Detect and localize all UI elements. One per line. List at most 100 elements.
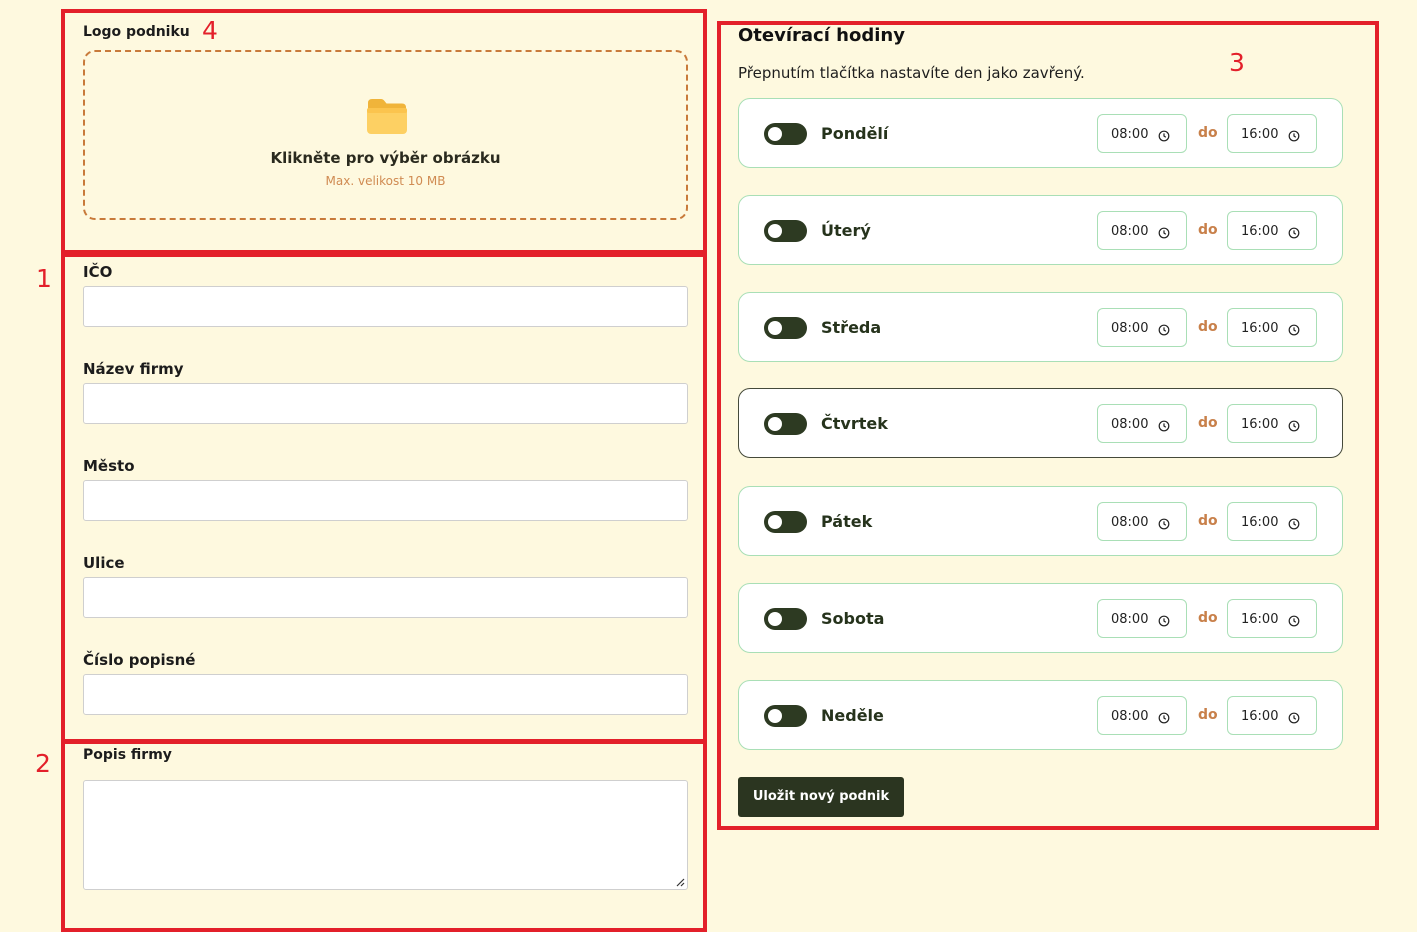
save-button[interactable]: Uložit nový podnik [738, 777, 904, 817]
clock-icon[interactable] [1158, 321, 1170, 340]
day-toggle[interactable] [764, 608, 807, 630]
day-toggle[interactable] [764, 511, 807, 533]
day-row: Pátek 08:00 do 16:00 [738, 486, 1343, 556]
toggle-knob [768, 417, 782, 431]
day-name: Středa [821, 318, 882, 337]
time-to-value: 16:00 [1241, 612, 1279, 627]
clock-icon[interactable] [1288, 612, 1300, 631]
day-row: Neděle 08:00 do 16:00 [738, 680, 1343, 750]
time-from-input[interactable]: 08:00 [1097, 404, 1187, 443]
day-toggle[interactable] [764, 705, 807, 727]
clock-icon[interactable] [1288, 127, 1300, 146]
time-from-input[interactable]: 08:00 [1097, 114, 1187, 153]
day-toggle[interactable] [764, 317, 807, 339]
dropzone-hint: Max. velikost 10 MB [325, 174, 446, 188]
clock-icon[interactable] [1158, 709, 1170, 728]
day-name: Úterý [821, 221, 871, 240]
time-to-input[interactable]: 16:00 [1227, 502, 1317, 541]
time-separator: do [1198, 610, 1218, 626]
clock-icon[interactable] [1288, 515, 1300, 534]
time-from-value: 08:00 [1111, 612, 1149, 627]
street-label: Ulice [83, 554, 125, 572]
time-from-input[interactable]: 08:00 [1097, 502, 1187, 541]
ico-input[interactable] [83, 286, 688, 327]
resize-handle-icon[interactable] [675, 877, 685, 887]
annotation-number-2: 2 [35, 749, 51, 778]
toggle-knob [768, 515, 782, 529]
clock-icon[interactable] [1158, 417, 1170, 436]
house-number-label: Číslo popisné [83, 651, 196, 669]
day-name: Pondělí [821, 124, 889, 143]
time-to-value: 16:00 [1241, 224, 1279, 239]
time-to-input[interactable]: 16:00 [1227, 599, 1317, 638]
logo-dropzone[interactable]: Klikněte pro výběr obrázku Max. velikost… [83, 50, 688, 220]
day-row: Úterý 08:00 do 16:00 [738, 195, 1343, 265]
time-separator: do [1198, 513, 1218, 529]
company-name-input[interactable] [83, 383, 688, 424]
time-separator: do [1198, 125, 1218, 141]
toggle-knob [768, 612, 782, 626]
time-to-input[interactable]: 16:00 [1227, 308, 1317, 347]
toggle-knob [768, 127, 782, 141]
day-toggle[interactable] [764, 220, 807, 242]
time-to-input[interactable]: 16:00 [1227, 696, 1317, 735]
time-separator: do [1198, 415, 1218, 431]
annotation-number-1: 1 [36, 264, 52, 293]
house-number-input[interactable] [83, 674, 688, 715]
clock-icon[interactable] [1288, 321, 1300, 340]
time-to-value: 16:00 [1241, 321, 1279, 336]
time-from-value: 08:00 [1111, 417, 1149, 432]
time-from-value: 08:00 [1111, 515, 1149, 530]
clock-icon[interactable] [1288, 709, 1300, 728]
clock-icon[interactable] [1158, 224, 1170, 243]
logo-label: Logo podniku [83, 24, 190, 40]
annotation-number-4: 4 [202, 16, 218, 45]
time-to-value: 16:00 [1241, 417, 1279, 432]
description-textarea[interactable] [83, 780, 688, 890]
clock-icon[interactable] [1158, 127, 1170, 146]
day-row: Čtvrtek 08:00 do 16:00 [738, 388, 1343, 458]
street-input[interactable] [83, 577, 688, 618]
annotation-number-3: 3 [1229, 48, 1245, 77]
time-from-input[interactable]: 08:00 [1097, 308, 1187, 347]
time-to-input[interactable]: 16:00 [1227, 211, 1317, 250]
time-to-value: 16:00 [1241, 127, 1279, 142]
clock-icon[interactable] [1288, 417, 1300, 436]
time-separator: do [1198, 319, 1218, 335]
day-row: Pondělí 08:00 do 16:00 [738, 98, 1343, 168]
time-from-value: 08:00 [1111, 127, 1149, 142]
day-row: Sobota 08:00 do 16:00 [738, 583, 1343, 653]
day-name: Pátek [821, 512, 873, 531]
time-from-value: 08:00 [1111, 224, 1149, 239]
time-from-value: 08:00 [1111, 321, 1149, 336]
day-name: Čtvrtek [821, 414, 888, 433]
time-separator: do [1198, 707, 1218, 723]
dropzone-title: Klikněte pro výběr obrázku [270, 149, 501, 167]
folder-icon [367, 99, 407, 134]
time-from-input[interactable]: 08:00 [1097, 211, 1187, 250]
toggle-knob [768, 224, 782, 238]
clock-icon[interactable] [1288, 224, 1300, 243]
clock-icon[interactable] [1158, 612, 1170, 631]
city-input[interactable] [83, 480, 688, 521]
time-to-value: 16:00 [1241, 709, 1279, 724]
time-to-input[interactable]: 16:00 [1227, 114, 1317, 153]
day-row: Středa 08:00 do 16:00 [738, 292, 1343, 362]
time-from-input[interactable]: 08:00 [1097, 599, 1187, 638]
day-toggle[interactable] [764, 413, 807, 435]
time-from-value: 08:00 [1111, 709, 1149, 724]
day-name: Sobota [821, 609, 885, 628]
toggle-knob [768, 321, 782, 335]
clock-icon[interactable] [1158, 515, 1170, 534]
time-to-value: 16:00 [1241, 515, 1279, 530]
toggle-knob [768, 709, 782, 723]
ico-label: IČO [83, 263, 113, 281]
time-separator: do [1198, 222, 1218, 238]
time-from-input[interactable]: 08:00 [1097, 696, 1187, 735]
hours-title: Otevírací hodiny [738, 25, 905, 46]
description-label: Popis firmy [83, 747, 172, 763]
time-to-input[interactable]: 16:00 [1227, 404, 1317, 443]
company-name-label: Název firmy [83, 360, 184, 378]
day-name: Neděle [821, 706, 884, 725]
day-toggle[interactable] [764, 123, 807, 145]
